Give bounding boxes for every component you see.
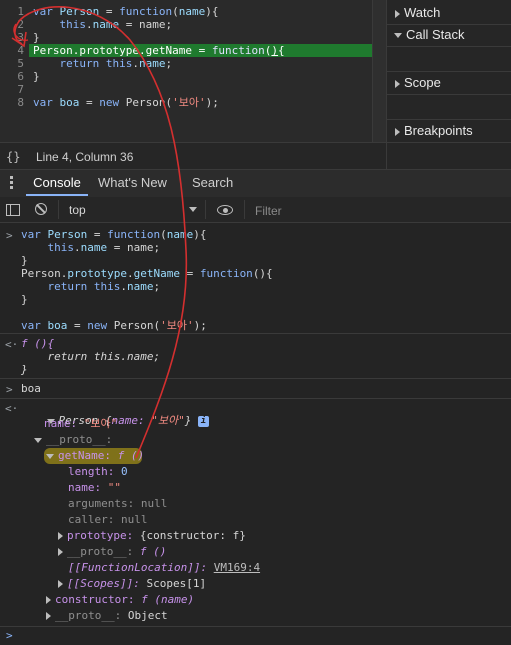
annotation-arrow [11, 6, 188, 459]
